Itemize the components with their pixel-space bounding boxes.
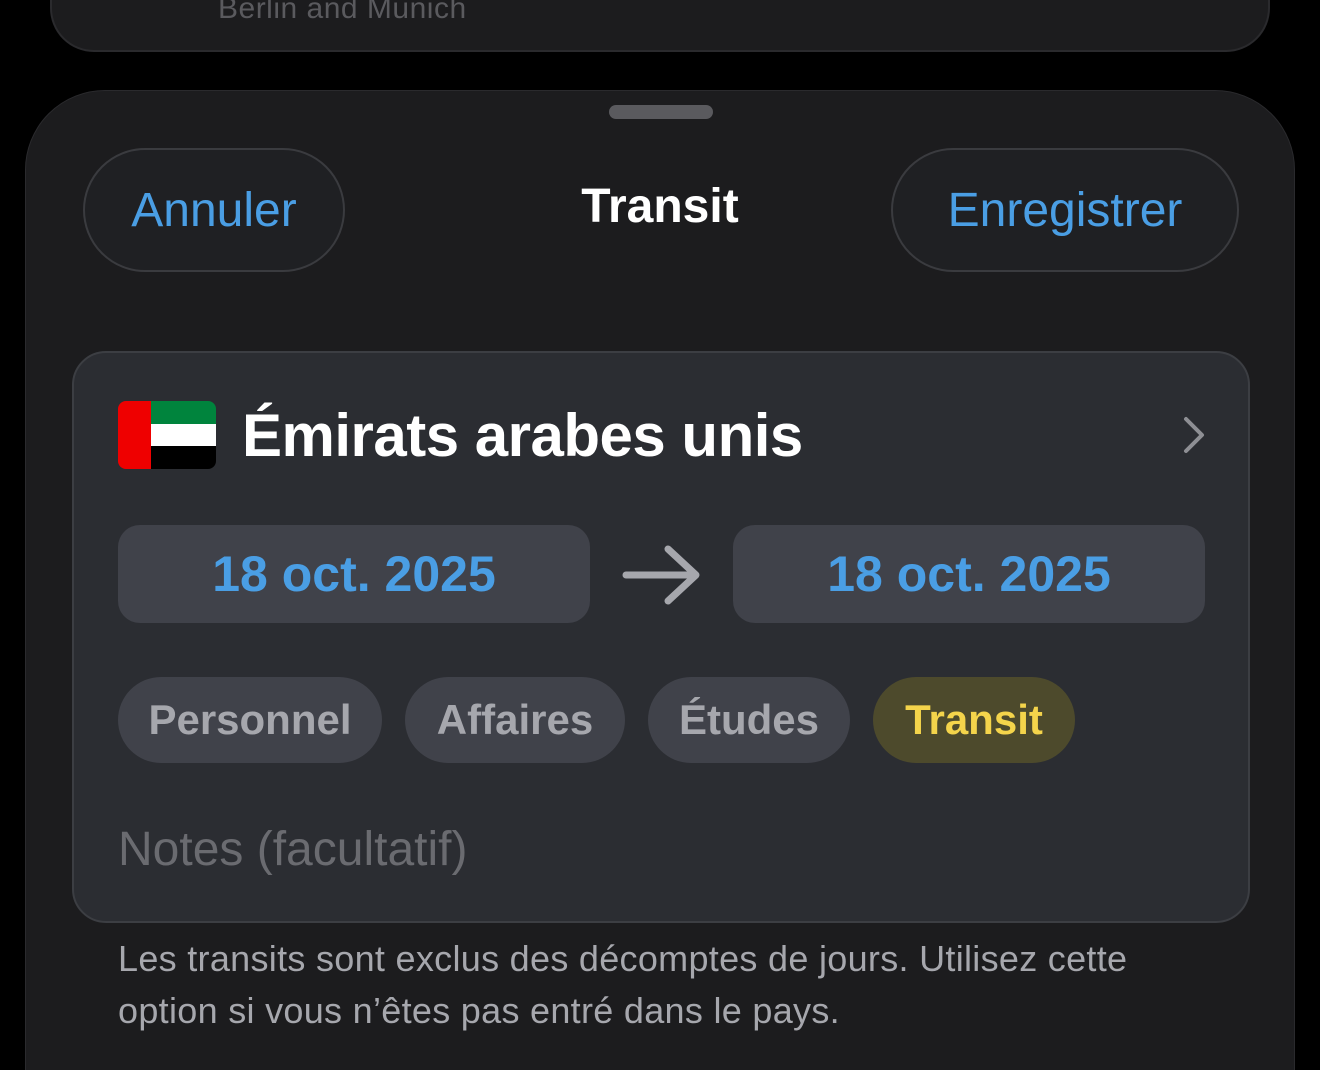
category-chip-personnel[interactable]: Personnel bbox=[118, 677, 382, 763]
category-chip-affaires[interactable]: Affaires bbox=[405, 677, 625, 763]
trip-form-card: Émirats arabes unis 18 oct. 2025 18 oct.… bbox=[72, 351, 1250, 923]
previous-trip-subtitle: Berlin and Munich bbox=[218, 0, 467, 25]
uae-flag-icon bbox=[118, 401, 216, 469]
country-name: Émirats arabes unis bbox=[242, 401, 803, 469]
sheet-grabber[interactable] bbox=[609, 105, 713, 119]
save-button[interactable]: Enregistrer bbox=[891, 148, 1239, 272]
arrow-right-icon bbox=[622, 543, 702, 607]
edit-trip-sheet: Annuler Transit Enregistrer Émirats arab… bbox=[25, 90, 1295, 1070]
country-selector[interactable]: Émirats arabes unis bbox=[118, 399, 1208, 471]
end-date-button[interactable]: 18 oct. 2025 bbox=[733, 525, 1205, 623]
chevron-right-icon bbox=[1180, 415, 1208, 455]
start-date-button[interactable]: 18 oct. 2025 bbox=[118, 525, 590, 623]
notes-input[interactable] bbox=[118, 809, 1208, 889]
previous-trip-card[interactable]: Berlin and Munich bbox=[50, 0, 1270, 52]
transit-footnote: Les transits sont exclus des décomptes d… bbox=[118, 938, 1128, 1031]
page: Berlin and Munich Annuler Transit Enregi… bbox=[0, 0, 1320, 1070]
category-chip-etudes[interactable]: Études bbox=[648, 677, 850, 763]
category-chip-transit[interactable]: Transit bbox=[873, 677, 1075, 763]
